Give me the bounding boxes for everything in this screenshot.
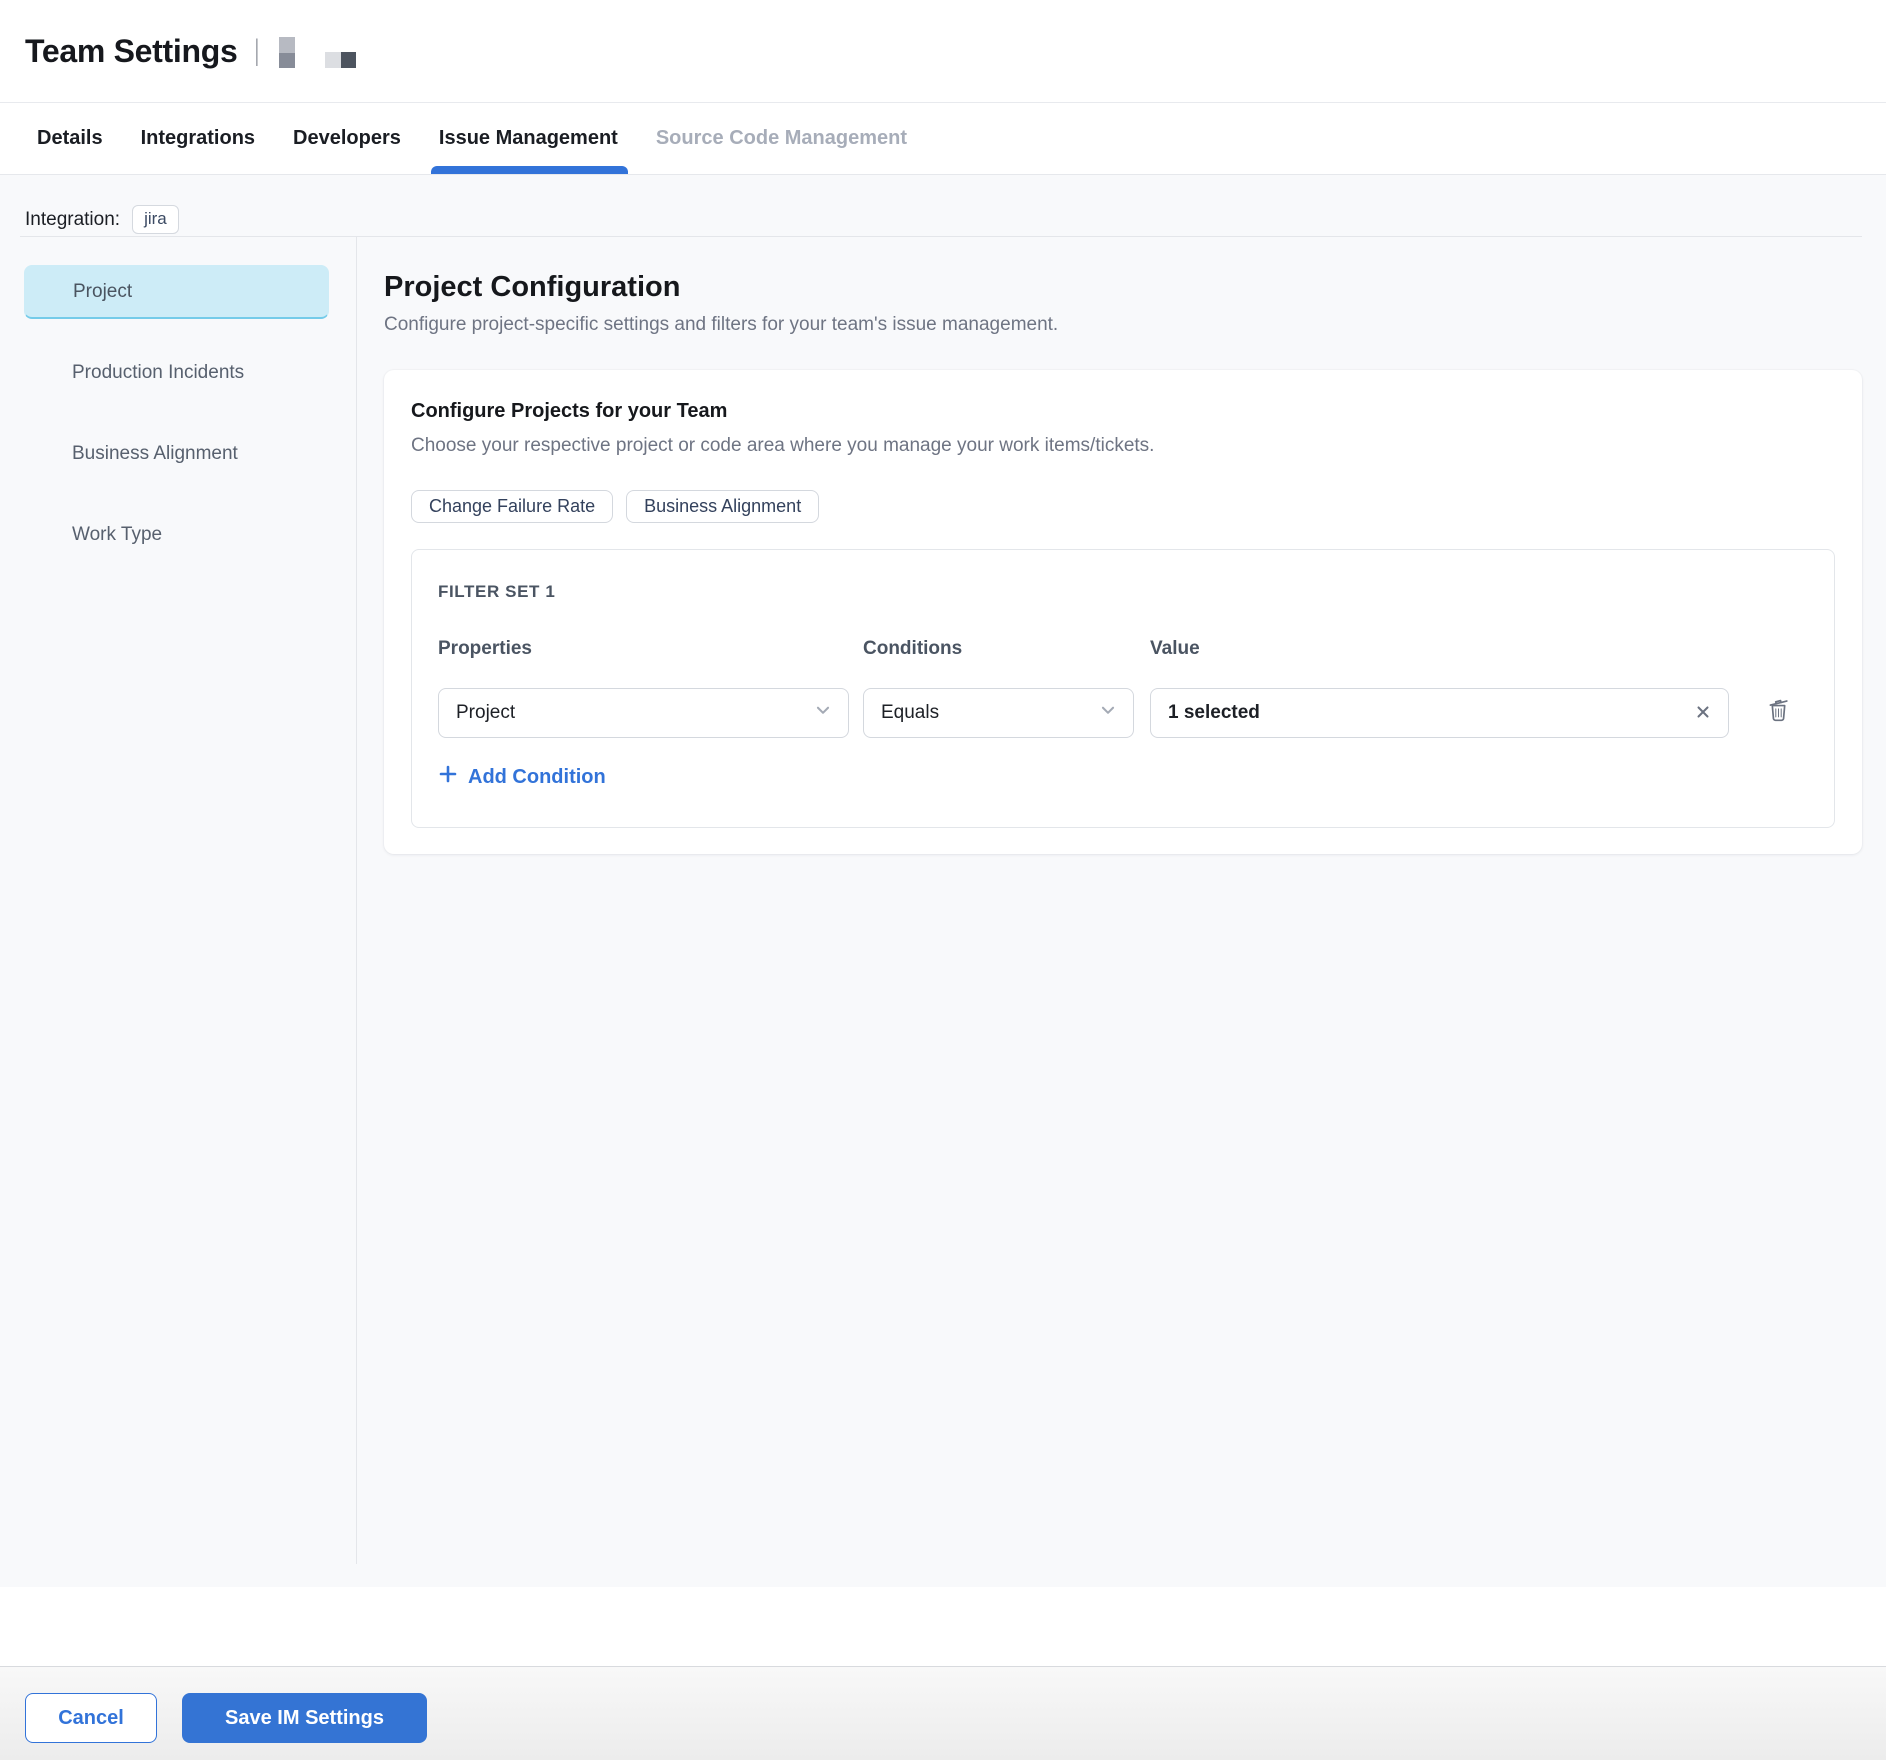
add-condition-button[interactable]: Add Condition	[438, 764, 606, 790]
integration-badge: jira	[132, 205, 179, 234]
clear-value-button[interactable]	[1694, 703, 1712, 724]
sidebar-item-project[interactable]: Project	[24, 265, 329, 319]
chip-business-alignment[interactable]: Business Alignment	[626, 490, 819, 523]
team-settings-page: Team Settings | Details Integrations Dev…	[0, 0, 1886, 1760]
settings-tabbar: Details Integrations Developers Issue Ma…	[0, 103, 1886, 175]
sidebar-item-label: Production Incidents	[72, 362, 244, 384]
filter-condition-row: Properties Project Conditions	[438, 638, 1808, 738]
page-header: Team Settings |	[0, 0, 1886, 103]
tab-developers[interactable]: Developers	[293, 103, 401, 174]
conditions-column-label: Conditions	[863, 638, 1134, 660]
content-area: Integration: jira Project Production Inc…	[0, 175, 1886, 1587]
sidebar-item-label: Project	[73, 281, 132, 303]
tab-issue-management[interactable]: Issue Management	[439, 103, 618, 174]
add-condition-label: Add Condition	[468, 766, 606, 789]
value-multiselect[interactable]: 1 selected	[1150, 688, 1729, 738]
conditions-select[interactable]: Equals	[863, 688, 1134, 738]
value-column-label: Value	[1150, 638, 1729, 660]
delete-filter-button[interactable]	[1765, 696, 1792, 726]
title-separator: |	[255, 34, 260, 68]
section-title: Project Configuration	[384, 271, 1886, 304]
properties-select-value: Project	[456, 702, 515, 724]
tab-details[interactable]: Details	[37, 103, 103, 174]
cancel-button[interactable]: Cancel	[25, 1693, 157, 1743]
integration-row: Integration: jira	[0, 175, 1886, 236]
spacer	[0, 1587, 1886, 1666]
sidebar-item-work-type[interactable]: Work Type	[24, 508, 329, 562]
settings-sidebar: Project Production Incidents Business Al…	[0, 237, 357, 1564]
page-title: Team Settings	[25, 33, 237, 70]
sidebar-item-label: Work Type	[72, 524, 162, 546]
trash-icon	[1765, 696, 1792, 726]
configure-projects-card: Configure Projects for your Team Choose …	[384, 370, 1862, 854]
plus-icon	[438, 764, 458, 790]
main-panel: Project Configuration Configure project-…	[357, 237, 1886, 1564]
chevron-down-icon	[814, 701, 832, 725]
tab-integrations[interactable]: Integrations	[141, 103, 255, 174]
card-subtitle: Choose your respective project or code a…	[411, 435, 1835, 457]
card-title: Configure Projects for your Team	[411, 400, 1835, 423]
sidebar-item-production-incidents[interactable]: Production Incidents	[24, 346, 329, 400]
properties-select[interactable]: Project	[438, 688, 849, 738]
metric-chip-row: Change Failure Rate Business Alignment	[411, 490, 1835, 523]
save-im-settings-button[interactable]: Save IM Settings	[182, 1693, 427, 1743]
integration-label: Integration:	[25, 209, 120, 231]
conditions-select-value: Equals	[881, 702, 939, 724]
footer-action-bar: Cancel Save IM Settings	[0, 1666, 1886, 1760]
filter-set-1: FILTER SET 1 Properties Project	[411, 549, 1835, 828]
redacted-text-block	[325, 52, 356, 68]
filter-set-title: FILTER SET 1	[438, 582, 1808, 602]
redacted-text-block	[279, 37, 295, 68]
x-icon	[1694, 703, 1712, 724]
value-selected-count: 1 selected	[1168, 702, 1260, 724]
properties-column-label: Properties	[438, 638, 849, 660]
tab-source-code-management[interactable]: Source Code Management	[656, 103, 907, 174]
chip-change-failure-rate[interactable]: Change Failure Rate	[411, 490, 613, 523]
chevron-down-icon	[1099, 701, 1117, 725]
sidebar-item-business-alignment[interactable]: Business Alignment	[24, 427, 329, 481]
section-subtitle: Configure project-specific settings and …	[384, 314, 1886, 336]
team-name-redacted	[279, 34, 356, 68]
sidebar-item-label: Business Alignment	[72, 443, 238, 465]
